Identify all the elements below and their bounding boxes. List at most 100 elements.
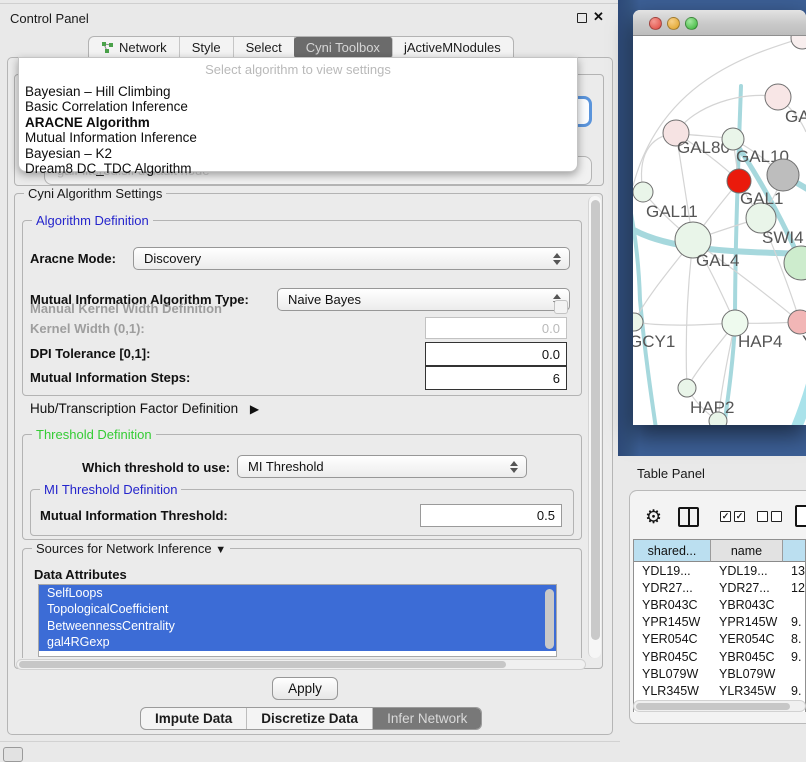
network-canvas[interactable]: GALGAL80GAL10GAL1GAL11SWI4GAL4GCY1HAP4YH… bbox=[633, 36, 806, 425]
settings-hscrollbar-thumb[interactable] bbox=[19, 661, 506, 668]
table-row[interactable]: YLR345WYLR345W9. bbox=[634, 682, 806, 699]
tab-select[interactable]: Select bbox=[234, 37, 295, 58]
network-node-hap2[interactable] bbox=[678, 379, 696, 397]
algorithm-option[interactable]: ARACNE Algorithm bbox=[25, 115, 571, 130]
zoom-traffic-light[interactable] bbox=[685, 17, 698, 30]
table-cell[interactable]: YER054C bbox=[711, 631, 783, 648]
table-cell[interactable]: YER054C bbox=[634, 631, 711, 648]
hub-definition-toggle[interactable]: Hub/Transcription Factor Definition ▶ bbox=[30, 401, 259, 416]
table-cell[interactable]: YDR27... bbox=[634, 579, 711, 596]
table-cell[interactable]: YBL079W bbox=[711, 665, 783, 682]
column-header-shared[interactable]: shared... bbox=[634, 540, 711, 562]
tab-network[interactable]: Network bbox=[89, 37, 180, 58]
select-all-checkbox-icon[interactable]: ✓ bbox=[734, 511, 745, 522]
table-cell[interactable] bbox=[783, 596, 806, 613]
table-cell[interactable]: 9. bbox=[783, 648, 806, 665]
settings-hscrollbar[interactable] bbox=[16, 659, 586, 670]
table-cell[interactable]: YPR145W bbox=[711, 614, 783, 631]
algorithm-option[interactable]: Dream8 DC_TDC Algorithm bbox=[25, 161, 571, 176]
sources-title[interactable]: Sources for Network Inference ▼ bbox=[32, 541, 230, 556]
minimized-panel-icon[interactable] bbox=[3, 747, 23, 762]
manual-kernel-checkbox[interactable] bbox=[554, 300, 568, 314]
deselect-checkbox-icon[interactable] bbox=[757, 511, 768, 522]
which-threshold-select[interactable]: MI Threshold bbox=[237, 455, 527, 478]
data-attributes-list[interactable]: SelfLoopsTopologicalCoefficientBetweenne… bbox=[38, 584, 557, 657]
table-cell[interactable]: YDL19... bbox=[711, 562, 783, 579]
table-row[interactable]: YDR27...YDR27...12 bbox=[634, 579, 806, 596]
apply-button[interactable]: Apply bbox=[272, 677, 338, 700]
manual-kernel-label: Manual Kernel Width Definition bbox=[30, 301, 222, 316]
table-cell[interactable]: 12 bbox=[783, 579, 806, 596]
select-all-checkbox-icon[interactable]: ✓ bbox=[720, 511, 731, 522]
tab-infer-network-label: Infer Network bbox=[387, 711, 467, 726]
minimize-traffic-light[interactable] bbox=[667, 17, 680, 30]
table-cell[interactable]: 8. bbox=[783, 631, 806, 648]
table-cell[interactable]: YBR045C bbox=[634, 648, 711, 665]
table-cell[interactable]: YDR27... bbox=[711, 579, 783, 596]
algorithm-option[interactable]: Bayesian – K2 bbox=[25, 146, 571, 161]
tab-impute-data[interactable]: Impute Data bbox=[141, 708, 247, 729]
aracne-mode-select[interactable]: Discovery bbox=[133, 247, 570, 270]
network-node-gal11[interactable] bbox=[633, 182, 653, 202]
tab-cyni-toolbox[interactable]: Cyni Toolbox bbox=[294, 37, 393, 58]
data-attribute-item[interactable]: SelfLoops bbox=[39, 585, 556, 601]
tab-infer-network[interactable]: Infer Network bbox=[373, 708, 481, 729]
control-panel-title: Control Panel bbox=[10, 11, 89, 26]
tab-style-label: Style bbox=[192, 40, 221, 55]
mi-type-select[interactable]: Naive Bayes bbox=[277, 288, 570, 311]
tab-discretize-data[interactable]: Discretize Data bbox=[247, 708, 373, 729]
table-cell[interactable]: YPR145W bbox=[634, 614, 711, 631]
columns-icon[interactable] bbox=[678, 507, 699, 527]
table-panel-title: Table Panel bbox=[637, 466, 705, 481]
table-cell[interactable] bbox=[783, 665, 806, 682]
table-row[interactable]: YBR045CYBR045C9. bbox=[634, 648, 806, 665]
algorithm-option[interactable]: Bayesian – Hill Climbing bbox=[25, 84, 571, 99]
data-attribute-item[interactable]: gal4RGexp bbox=[39, 634, 556, 650]
column-header-name[interactable]: name bbox=[711, 540, 783, 562]
data-attribute-item[interactable]: TopologicalCoefficient bbox=[39, 601, 556, 617]
table-hscrollbar-thumb[interactable] bbox=[636, 703, 790, 710]
table-row[interactable]: YER054CYER054C8. bbox=[634, 631, 806, 648]
table-cell[interactable]: YDL19... bbox=[634, 562, 711, 579]
table-cell[interactable]: YBL079W bbox=[634, 665, 711, 682]
table-row[interactable]: YDL19...YDL19...13 bbox=[634, 562, 806, 579]
network-node[interactable] bbox=[709, 412, 727, 425]
list-scrollbar-thumb[interactable] bbox=[545, 589, 554, 649]
table-cell[interactable]: YBR043C bbox=[634, 596, 711, 613]
float-panel-icon[interactable] bbox=[577, 13, 587, 23]
algorithm-option[interactable]: Basic Correlation Inference bbox=[25, 99, 571, 114]
algorithm-option[interactable]: Mutual Information Inference bbox=[25, 130, 571, 145]
table-hscrollbar[interactable] bbox=[633, 700, 806, 712]
table-cell[interactable]: YLR345W bbox=[634, 682, 711, 699]
deselect-checkbox-icon[interactable] bbox=[771, 511, 782, 522]
settings-vscrollbar[interactable] bbox=[588, 196, 601, 658]
settings-vscrollbar-thumb[interactable] bbox=[591, 200, 600, 640]
network-node[interactable] bbox=[791, 36, 806, 49]
table-cell[interactable]: YLR345W bbox=[711, 682, 783, 699]
close-traffic-light[interactable] bbox=[649, 17, 662, 30]
table-cell[interactable]: YBR045C bbox=[711, 648, 783, 665]
tab-select-label: Select bbox=[246, 40, 282, 55]
close-icon[interactable]: ✕ bbox=[593, 9, 604, 25]
dpi-tolerance-field[interactable]: 0.0 bbox=[425, 342, 567, 366]
mi-threshold-field[interactable]: 0.5 bbox=[420, 504, 562, 527]
network-window-titlebar[interactable] bbox=[633, 10, 806, 36]
node-table[interactable]: shared... name A YDL19...YDL19...13YDR27… bbox=[633, 539, 806, 712]
mi-steps-field[interactable]: 6 bbox=[425, 366, 567, 390]
column-header-third[interactable]: A bbox=[783, 540, 806, 562]
kernel-width-field[interactable]: 0.0 bbox=[425, 317, 567, 339]
table-row[interactable]: YPR145WYPR145W9. bbox=[634, 614, 806, 631]
tab-style[interactable]: Style bbox=[180, 37, 234, 58]
network-node[interactable] bbox=[767, 159, 799, 191]
gear-icon[interactable]: ⚙ bbox=[645, 506, 662, 529]
document-icon[interactable] bbox=[795, 505, 806, 527]
table-cell[interactable]: 13 bbox=[783, 562, 806, 579]
data-attribute-item[interactable]: BetweennessCentrality bbox=[39, 618, 556, 634]
table-cell[interactable]: YBR043C bbox=[711, 596, 783, 613]
table-row[interactable]: YBL079WYBL079W bbox=[634, 665, 806, 682]
table-cell[interactable]: 9. bbox=[783, 614, 806, 631]
table-cell[interactable]: 9. bbox=[783, 682, 806, 699]
tab-jactivemnodules[interactable]: jActiveMNodules bbox=[392, 37, 513, 58]
network-window[interactable]: GALGAL80GAL10GAL1GAL11SWI4GAL4GCY1HAP4YH… bbox=[633, 10, 806, 425]
table-row[interactable]: YBR043CYBR043C bbox=[634, 596, 806, 613]
